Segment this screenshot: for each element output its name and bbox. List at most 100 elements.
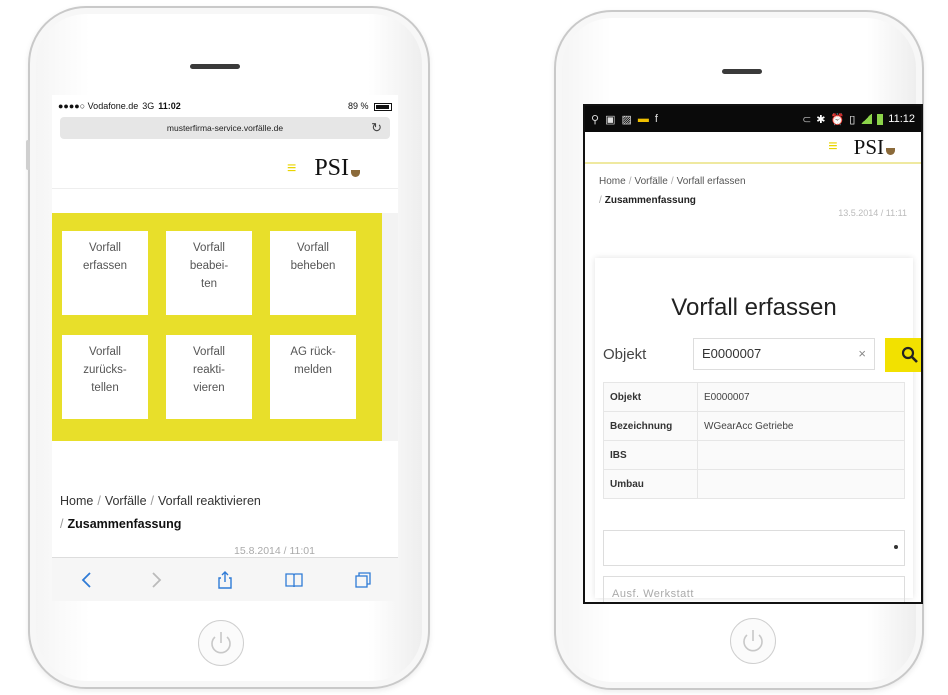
url-text: musterfirma-service.vorfälle.de bbox=[166, 123, 284, 133]
objekt-value: E0000007 bbox=[702, 346, 762, 361]
search-button[interactable] bbox=[885, 338, 921, 372]
form-card: Vorfall erfassen Objekt E0000007 × Objek… bbox=[595, 258, 921, 602]
table-key: Bezeichnung bbox=[603, 411, 698, 441]
time-label: 11:02 bbox=[158, 101, 181, 111]
back-icon[interactable] bbox=[72, 565, 102, 595]
battery-icon bbox=[877, 113, 884, 125]
breadcrumb: Home / Vorfälle / Vorfall reaktivieren / Zusa… bbox=[60, 490, 261, 535]
tile-label: Vorfall beabei- ten bbox=[189, 242, 229, 290]
breadcrumb-separator: / bbox=[670, 176, 674, 187]
breadcrumb-current: Zusammenfassung bbox=[604, 195, 696, 206]
hamburger-menu-icon[interactable]: ≡ bbox=[287, 160, 296, 177]
tile-vorfall-beheben[interactable]: Vorfall beheben bbox=[270, 231, 356, 315]
table-value: WGearAcc Getriebe bbox=[697, 411, 905, 441]
table-row: Objekt E0000007 bbox=[603, 382, 905, 412]
breadcrumb-vorfall-erfassen[interactable]: Vorfall erfassen bbox=[677, 176, 746, 187]
android-home-button[interactable] bbox=[730, 618, 776, 664]
bluetooth-icon: ✱ bbox=[816, 113, 826, 126]
earpiece-speaker bbox=[722, 69, 762, 74]
breadcrumb-separator: / bbox=[60, 516, 64, 531]
breadcrumb-separator: / bbox=[628, 176, 632, 187]
signal-icon bbox=[860, 114, 873, 124]
breadcrumb-vorfaelle[interactable]: Vorfälle bbox=[634, 176, 667, 187]
shield-icon: ▣ bbox=[605, 113, 616, 126]
tile-vorfall-zurueckstellen[interactable]: Vorfall zurücks- tellen bbox=[62, 335, 148, 419]
network-label: 3G bbox=[142, 101, 155, 111]
reload-icon[interactable]: ↻ bbox=[371, 120, 382, 136]
table-value bbox=[697, 440, 905, 470]
iphone-screen: ●●●●○ Vodafone.de 3G 11:02 89 % musterfi… bbox=[52, 95, 398, 601]
android-screen: ⚲ ▣ ▨ ▬ f ⊂ ✱ ⏰ ▯ 11:12 ≡ PSI Home / Vorfä… bbox=[583, 104, 923, 604]
table-key: Umbau bbox=[603, 469, 698, 499]
breadcrumb-vorfaelle[interactable]: Vorfälle bbox=[105, 494, 147, 508]
alarm-icon: ⏰ bbox=[830, 113, 845, 126]
app-header: ≡ PSI bbox=[585, 132, 921, 164]
vibrate-icon: ▯ bbox=[849, 113, 856, 126]
table-value: E0000007 bbox=[697, 382, 905, 412]
logo-bowl-icon bbox=[351, 170, 360, 177]
battery-label: 89 % bbox=[347, 101, 369, 111]
tile-ag-rueckmelden[interactable]: AG rück- melden bbox=[270, 335, 356, 419]
image-icon: ▨ bbox=[621, 113, 632, 126]
breadcrumb-current: Zusammenfassung bbox=[67, 516, 182, 531]
logo-text: PSI bbox=[853, 134, 884, 159]
ios-status-bar: ●●●●○ Vodafone.de 3G 11:02 89 % bbox=[52, 95, 398, 117]
mail-icon: ▬ bbox=[637, 112, 649, 125]
objekt-field-row: Objekt E0000007 × bbox=[603, 338, 921, 372]
breadcrumb-home[interactable]: Home bbox=[599, 176, 626, 187]
dropdown-indicator-icon bbox=[894, 545, 898, 549]
objekt-input[interactable]: E0000007 × bbox=[693, 338, 875, 370]
iphone-home-button[interactable] bbox=[198, 620, 244, 666]
psi-logo: PSI bbox=[314, 155, 360, 182]
object-details-table: Objekt E0000007 Bezeichnung WGearAcc Getri… bbox=[603, 382, 905, 499]
tabs-icon[interactable] bbox=[348, 565, 378, 595]
hamburger-menu-icon[interactable]: ≡ bbox=[828, 139, 837, 155]
usb-icon: ⚲ bbox=[591, 113, 600, 126]
breadcrumb-separator: / bbox=[97, 494, 101, 508]
carrier-label: ●●●●○ Vodafone.de bbox=[58, 101, 139, 111]
search-icon bbox=[901, 346, 918, 363]
clear-icon[interactable]: × bbox=[858, 346, 866, 361]
form-title: Vorfall erfassen bbox=[671, 294, 837, 321]
tile-vorfall-reaktivieren[interactable]: Vorfall reakti- vieren bbox=[166, 335, 252, 419]
table-row: Bezeichnung WGearAcc Getriebe bbox=[603, 411, 905, 441]
tile-label: Vorfall erfassen bbox=[82, 242, 128, 272]
time-label: 11:12 bbox=[888, 113, 915, 125]
breadcrumb-separator: / bbox=[599, 195, 602, 206]
share-icon[interactable] bbox=[210, 565, 240, 595]
table-value bbox=[697, 469, 905, 499]
table-key: IBS bbox=[603, 440, 698, 470]
table-row: Umbau bbox=[603, 469, 905, 499]
werkstatt-placeholder: Ausf. Werkstatt bbox=[612, 588, 694, 600]
power-icon bbox=[743, 630, 763, 652]
nfc-icon: ⊂ bbox=[802, 113, 812, 126]
breadcrumb-home[interactable]: Home bbox=[60, 494, 93, 508]
url-bar[interactable]: musterfirma-service.vorfälle.de ↻ bbox=[60, 117, 390, 139]
earpiece-speaker bbox=[190, 64, 240, 69]
logo-text: PSI bbox=[314, 155, 349, 181]
android-status-bar: ⚲ ▣ ▨ ▬ f ⊂ ✱ ⏰ ▯ 11:12 bbox=[585, 106, 921, 132]
forward-icon[interactable] bbox=[141, 565, 171, 595]
logo-bowl-icon bbox=[886, 147, 895, 155]
table-key: Objekt bbox=[603, 382, 698, 412]
tile-vorfall-erfassen[interactable]: Vorfall erfassen bbox=[62, 231, 148, 315]
tile-label: AG rück- melden bbox=[290, 346, 336, 376]
werkstatt-input[interactable]: Ausf. Werkstatt bbox=[603, 576, 905, 602]
breadcrumb-vorfall-reaktivieren[interactable]: Vorfall reaktivieren bbox=[158, 494, 261, 508]
tile-label: Vorfall reakti- vieren bbox=[193, 346, 225, 394]
tile-panel: Vorfall erfassen Vorfall beabei- ten Vor… bbox=[52, 213, 382, 441]
app-header: ≡ PSI bbox=[52, 149, 398, 189]
volume-button bbox=[26, 140, 30, 170]
objekt-label: Objekt bbox=[603, 346, 647, 363]
scrollbar[interactable] bbox=[382, 213, 398, 441]
table-row: IBS bbox=[603, 440, 905, 470]
tile-label: Vorfall zurücks- tellen bbox=[83, 346, 127, 394]
facebook-icon: f bbox=[654, 112, 658, 125]
tile-label: Vorfall beheben bbox=[290, 242, 336, 272]
tile-vorfall-bearbeiten[interactable]: Vorfall beabei- ten bbox=[166, 231, 252, 315]
breadcrumb-separator: / bbox=[150, 494, 155, 508]
bookmarks-icon[interactable] bbox=[279, 565, 309, 595]
timestamp: 15.8.2014 / 11:01 bbox=[234, 545, 315, 557]
battery-icon bbox=[374, 102, 392, 111]
dropdown-select[interactable] bbox=[603, 530, 905, 566]
